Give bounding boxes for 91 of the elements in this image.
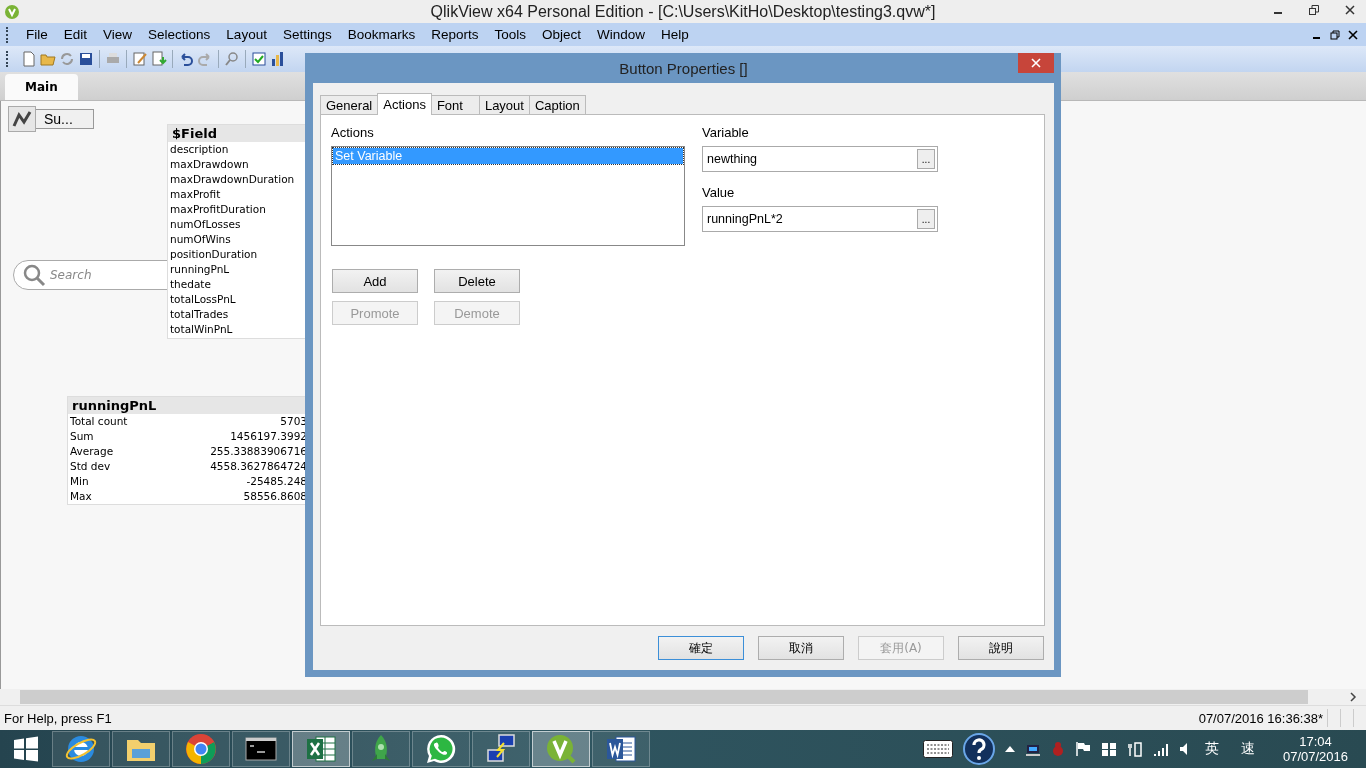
statistic-value: -25485.248 bbox=[246, 474, 307, 489]
checkbox-icon[interactable] bbox=[251, 51, 267, 67]
export-icon[interactable] bbox=[151, 51, 167, 67]
caret-up-icon[interactable] bbox=[1004, 746, 1015, 752]
restore-icon[interactable] bbox=[1308, 4, 1320, 16]
dialog-tab[interactable]: Actions bbox=[377, 93, 432, 115]
dialog-button[interactable]: 說明 bbox=[958, 636, 1044, 660]
menu-item[interactable]: Tools bbox=[486, 27, 534, 42]
flag-icon[interactable] bbox=[1074, 741, 1091, 757]
menu-item[interactable]: Bookmarks bbox=[339, 27, 424, 42]
statistic-label: Min bbox=[70, 474, 89, 489]
taskbar-app-button[interactable] bbox=[112, 731, 170, 767]
browse-button[interactable]: ... bbox=[917, 209, 935, 229]
new-file-icon[interactable] bbox=[21, 51, 37, 67]
close-icon bbox=[1031, 58, 1041, 68]
menu-item[interactable]: View bbox=[95, 27, 141, 42]
keyboard-icon[interactable] bbox=[922, 740, 953, 758]
chart-icon[interactable] bbox=[270, 51, 286, 67]
sheet-object-button[interactable]: Su... bbox=[35, 109, 94, 129]
statistic-value: 58556.8608 bbox=[243, 489, 307, 504]
menu-item[interactable]: Reports bbox=[423, 27, 487, 42]
field-label: Actions bbox=[331, 125, 375, 140]
input-method-indicator[interactable]: 速 bbox=[1234, 740, 1261, 758]
phone-bubble-icon bbox=[424, 732, 458, 766]
dialog-tab[interactable]: General bbox=[320, 95, 379, 114]
scrollbar-thumb[interactable] bbox=[20, 690, 1308, 704]
dialog-tab[interactable]: Layout bbox=[478, 95, 530, 114]
signal-icon[interactable] bbox=[1152, 741, 1169, 757]
text-field[interactable]: newthing ... bbox=[702, 146, 938, 172]
menu-item[interactable]: Help bbox=[653, 27, 697, 42]
dialog-button[interactable]: 取消 bbox=[758, 636, 844, 660]
dialog-tab[interactable]: Font bbox=[430, 95, 480, 114]
taskbar-app-button[interactable] bbox=[292, 731, 350, 767]
search-icon[interactable] bbox=[224, 51, 240, 67]
menu-item[interactable]: File bbox=[18, 27, 56, 42]
taskbar-app-button[interactable] bbox=[592, 731, 650, 767]
statistic-label: Average bbox=[70, 444, 114, 459]
statistic-value: 255.33883906716 bbox=[210, 444, 307, 459]
statistics-box-title: runningPnL bbox=[72, 398, 157, 413]
speaker-icon[interactable] bbox=[1178, 741, 1189, 757]
sheet-tab[interactable]: Main bbox=[5, 74, 78, 100]
browse-button[interactable]: ... bbox=[917, 149, 935, 169]
statistic-label: Std dev bbox=[70, 459, 111, 474]
restore-icon[interactable] bbox=[1330, 29, 1340, 40]
start-icon[interactable] bbox=[13, 736, 39, 762]
undo-icon[interactable] bbox=[178, 51, 194, 67]
status-help-text: For Help, press F1 bbox=[4, 710, 112, 726]
close-button[interactable] bbox=[1018, 53, 1054, 73]
windows-logo-icon[interactable] bbox=[1100, 741, 1117, 757]
menu-item[interactable]: Edit bbox=[55, 27, 96, 42]
field-label: Value bbox=[702, 185, 736, 200]
battery-icon[interactable] bbox=[1126, 741, 1143, 757]
clock-time[interactable]: 17:04 bbox=[1299, 734, 1332, 749]
taskbar-app-button[interactable] bbox=[172, 731, 230, 767]
close-icon[interactable] bbox=[1344, 4, 1356, 16]
input-method-indicator[interactable]: 英 bbox=[1198, 740, 1225, 758]
help-icon[interactable] bbox=[962, 733, 995, 765]
field-label: Variable bbox=[702, 125, 750, 140]
search-icon bbox=[22, 263, 46, 287]
close-icon[interactable] bbox=[1348, 29, 1358, 40]
statistic-label: Total count bbox=[70, 414, 128, 429]
dialog-tab[interactable]: Caption bbox=[528, 95, 586, 114]
taskbar-app-button[interactable] bbox=[232, 731, 290, 767]
app-logo-icon bbox=[4, 4, 20, 20]
round-logo-icon bbox=[184, 732, 218, 766]
statistic-value: 4558.3627864724 bbox=[210, 459, 307, 474]
letter-v-icon bbox=[544, 732, 578, 766]
action-button[interactable]: Add bbox=[332, 269, 418, 293]
list-box-title: $Field bbox=[172, 126, 217, 141]
menu-item[interactable]: Object bbox=[534, 27, 590, 42]
statistic-label: Max bbox=[70, 489, 92, 504]
statistic-value: 1456197.3992 bbox=[230, 429, 307, 444]
dialog-button[interactable]: 確定 bbox=[658, 636, 744, 660]
window-title: QlikView x64 Personal Edition - [C:\Users\KitHo\Desktop\testing3.qvw*] bbox=[430, 2, 936, 21]
status-timestamp: 07/07/2016 16:36:38* bbox=[1198, 710, 1323, 726]
menu-item[interactable]: Layout bbox=[218, 27, 275, 42]
dialog-title: Button Properties [] bbox=[619, 59, 748, 77]
save-icon[interactable] bbox=[78, 51, 94, 67]
line-chart-icon[interactable] bbox=[8, 106, 36, 132]
menu-item[interactable]: Settings bbox=[274, 27, 340, 42]
edit-icon[interactable] bbox=[132, 51, 148, 67]
taskbar-app-button[interactable] bbox=[52, 731, 110, 767]
action-button[interactable]: Delete bbox=[434, 269, 520, 293]
taskbar-app-button[interactable] bbox=[472, 731, 530, 767]
menu-item[interactable]: Window bbox=[589, 27, 654, 42]
statistic-label: Sum bbox=[70, 429, 94, 444]
clock-date[interactable]: 07/07/2016 bbox=[1282, 749, 1348, 764]
open-folder-icon[interactable] bbox=[40, 51, 56, 67]
text-field[interactable]: runningPnL*2 ... bbox=[702, 206, 938, 232]
menu-item[interactable]: Selections bbox=[140, 27, 219, 42]
taskbar-app-button[interactable] bbox=[412, 731, 470, 767]
